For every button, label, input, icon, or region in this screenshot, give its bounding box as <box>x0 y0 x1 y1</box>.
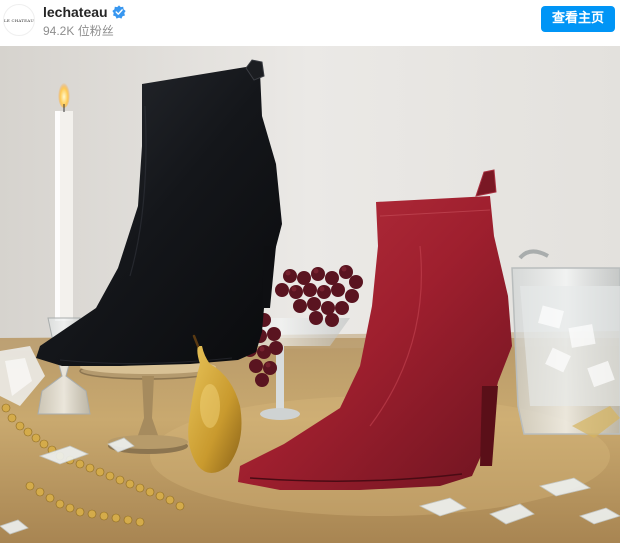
view-profile-button[interactable]: 查看主页 <box>540 6 615 32</box>
avatar[interactable]: LE CHATEAU <box>3 4 35 36</box>
verified-badge-icon <box>111 5 126 19</box>
post-image[interactable] <box>0 46 620 543</box>
username-row: lechateau <box>43 4 126 20</box>
post-header: LE CHATEAU lechateau 94.2K 位粉丝 查看主页 <box>0 0 620 46</box>
follower-count: 94.2K 位粉丝 <box>43 24 114 38</box>
username[interactable]: lechateau <box>43 4 108 20</box>
avatar-logo-text: LE CHATEAU <box>4 17 34 23</box>
